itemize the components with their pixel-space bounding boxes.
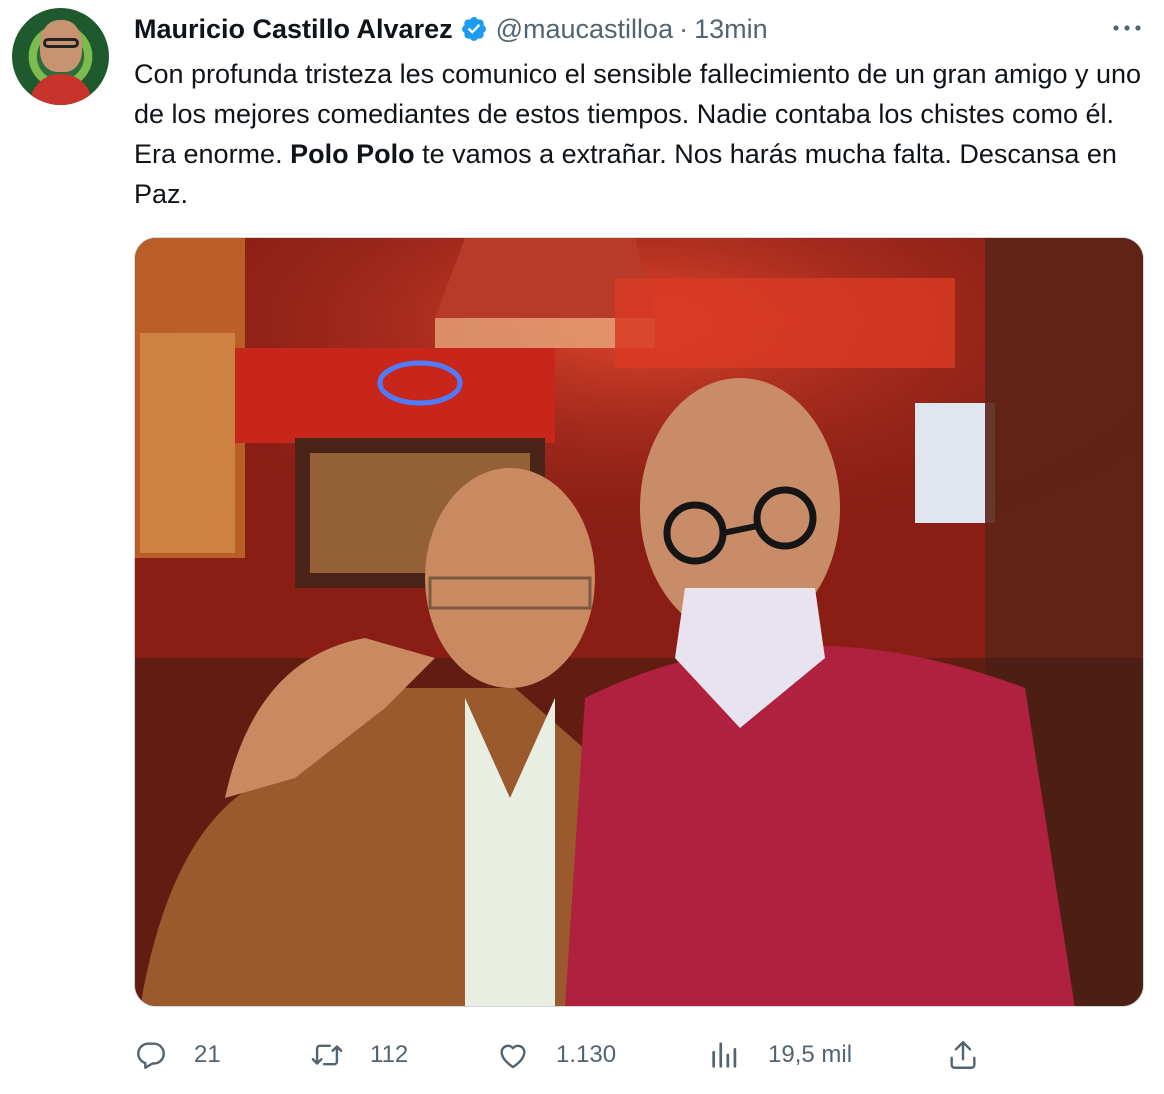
like-count: 1.130 bbox=[556, 1041, 617, 1068]
reply-icon bbox=[137, 1042, 165, 1069]
separator-dot: · bbox=[679, 13, 689, 44]
views-count: 19,5 mil bbox=[768, 1041, 853, 1068]
like-icon bbox=[500, 1044, 526, 1069]
retweet-icon bbox=[311, 1044, 343, 1066]
retweet-count: 112 bbox=[370, 1041, 409, 1068]
verified-badge-icon bbox=[461, 17, 486, 41]
tweet-text-bold: Polo Polo bbox=[290, 139, 415, 169]
reply-action[interactable]: 21 bbox=[134, 1030, 221, 1080]
author-avatar[interactable] bbox=[12, 8, 109, 105]
views-icon bbox=[712, 1042, 737, 1068]
tweet-actions: 21 112 1.130 19,5 mil bbox=[134, 1030, 1144, 1080]
avatar-glasses bbox=[43, 38, 79, 48]
author-handle[interactable]: @maucastilloa bbox=[496, 14, 673, 45]
avatar-shirt bbox=[30, 74, 92, 105]
tweet-time[interactable]: 13min bbox=[694, 14, 768, 45]
share-action[interactable] bbox=[946, 1030, 980, 1080]
more-icon[interactable] bbox=[1110, 16, 1144, 40]
tweet-header: Mauricio Castillo Alvarez @maucastilloa … bbox=[134, 12, 768, 46]
reply-count: 21 bbox=[194, 1041, 221, 1068]
like-action[interactable]: 1.130 bbox=[496, 1030, 616, 1080]
author-name[interactable]: Mauricio Castillo Alvarez bbox=[134, 14, 453, 45]
retweet-action[interactable]: 112 bbox=[310, 1030, 408, 1080]
photo-scene bbox=[135, 238, 1143, 1006]
tweet: Mauricio Castillo Alvarez @maucastilloa … bbox=[0, 0, 1164, 1094]
views-action[interactable]: 19,5 mil bbox=[708, 1030, 852, 1080]
tweet-photo[interactable] bbox=[134, 237, 1144, 1007]
share-icon bbox=[950, 1041, 976, 1069]
tweet-text: Con profunda tristeza les comunico el se… bbox=[134, 54, 1144, 214]
